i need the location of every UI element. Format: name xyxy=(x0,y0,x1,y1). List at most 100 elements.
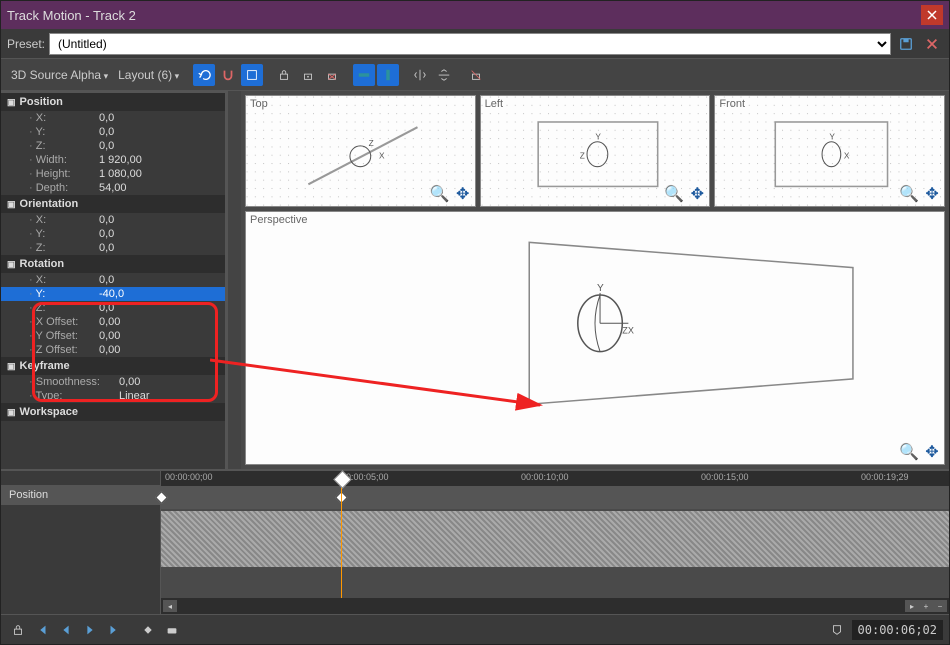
first-icon xyxy=(35,623,49,637)
prev-kf-button[interactable] xyxy=(55,619,77,641)
scroll-right-button[interactable]: ▸ xyxy=(905,600,919,612)
add-kf-button[interactable] xyxy=(137,619,159,641)
svg-text:Y: Y xyxy=(597,283,604,294)
prop-depth[interactable]: Depth:54,00 xyxy=(1,181,225,195)
prop-rotation-z[interactable]: Z:0,0 xyxy=(1,301,225,315)
compositing-mode-dropdown[interactable]: 3D Source Alpha xyxy=(7,66,112,84)
zoom-in-button[interactable]: + xyxy=(919,600,933,612)
y-snap-button[interactable] xyxy=(377,64,399,86)
scale-about-center-button[interactable] xyxy=(297,64,319,86)
move-icon[interactable]: ✥ xyxy=(452,183,474,205)
timeline-footer: 00:00:06;02 xyxy=(1,614,949,644)
save-preset-button[interactable] xyxy=(895,33,917,55)
marker-icon xyxy=(830,623,844,637)
next-icon xyxy=(83,623,97,637)
playhead[interactable] xyxy=(341,487,342,598)
preset-row: Preset: (Untitled) xyxy=(1,29,949,59)
prop-height[interactable]: Height:1 080,00 xyxy=(1,167,225,181)
move-icon[interactable]: ✥ xyxy=(921,183,943,205)
prevent-movement-button[interactable] xyxy=(321,64,343,86)
flip-h-button[interactable] xyxy=(409,64,431,86)
section-rotation[interactable]: Rotation xyxy=(1,255,225,273)
y-axis-icon xyxy=(381,68,395,82)
prop-rotation-y[interactable]: Y:-40,0 xyxy=(1,287,225,301)
prop-width[interactable]: Width:1 920,00 xyxy=(1,153,225,167)
preset-label: Preset: xyxy=(7,37,45,51)
close-button[interactable] xyxy=(921,5,943,25)
zoom-icon[interactable]: 🔍 xyxy=(898,183,920,205)
layout-dropdown[interactable]: Layout (6) xyxy=(114,66,183,84)
prop-rotation-x[interactable]: X:0,0 xyxy=(1,273,225,287)
timeline-ruler[interactable]: 00:00:00;00 00:00:05;00 00:00:10;00 00:0… xyxy=(161,471,949,487)
edit-object-button[interactable] xyxy=(241,64,263,86)
last-icon xyxy=(107,623,121,637)
flip-h-icon xyxy=(413,68,427,82)
prop-orientation-x[interactable]: X:0,0 xyxy=(1,213,225,227)
prop-orientation-z[interactable]: Z:0,0 xyxy=(1,241,225,255)
track-position[interactable]: Position xyxy=(1,485,160,505)
prevent-scaling-button[interactable] xyxy=(465,64,487,86)
window-title: Track Motion - Track 2 xyxy=(7,8,136,23)
delete-kf-button[interactable] xyxy=(161,619,183,641)
last-kf-button[interactable] xyxy=(103,619,125,641)
zoom-icon[interactable]: 🔍 xyxy=(429,183,451,205)
main-body: Position X:0,0 Y:0,0 Z:0,0 Width:1 920,0… xyxy=(1,91,949,469)
first-kf-button[interactable] xyxy=(31,619,53,641)
svg-text:X: X xyxy=(379,150,385,160)
scale-center-icon xyxy=(301,68,315,82)
zoom-icon[interactable]: 🔍 xyxy=(663,183,685,205)
undo-icon xyxy=(197,68,211,82)
prop-type[interactable]: Type:Linear xyxy=(1,389,225,403)
timeline-tracks[interactable] xyxy=(161,487,949,598)
perspective-canvas: Y ZX xyxy=(246,212,944,435)
properties-panel: Position X:0,0 Y:0,0 Z:0,0 Width:1 920,0… xyxy=(1,91,227,469)
prop-position-x[interactable]: X:0,0 xyxy=(1,111,225,125)
properties-list: Position X:0,0 Y:0,0 Z:0,0 Width:1 920,0… xyxy=(1,91,225,469)
prop-orientation-y[interactable]: Y:0,0 xyxy=(1,227,225,241)
viewport-left[interactable]: Left Y Z 🔍✥ xyxy=(480,95,711,207)
zoom-out-button[interactable]: − xyxy=(933,600,947,612)
properties-scrollbar[interactable] xyxy=(227,91,241,469)
timecode-mode-button[interactable] xyxy=(826,619,848,641)
viewport-perspective[interactable]: Perspective Y ZX 🔍✥ xyxy=(245,211,945,465)
timecode-display[interactable]: 00:00:06;02 xyxy=(852,620,943,640)
undo-button[interactable] xyxy=(193,64,215,86)
sync-cursor-button[interactable] xyxy=(7,619,29,641)
viewport-area: Top Z X 🔍✥ Left xyxy=(241,91,949,469)
prop-position-y[interactable]: Y:0,0 xyxy=(1,125,225,139)
svg-text:ZX: ZX xyxy=(622,325,634,335)
prop-position-z[interactable]: Z:0,0 xyxy=(1,139,225,153)
section-position[interactable]: Position xyxy=(1,93,225,111)
prev-icon xyxy=(59,623,73,637)
flip-v-button[interactable] xyxy=(433,64,455,86)
move-icon[interactable]: ✥ xyxy=(686,183,708,205)
bounds-icon xyxy=(245,68,259,82)
scroll-left-button[interactable]: ◂ xyxy=(163,600,177,612)
section-keyframe[interactable]: Keyframe xyxy=(1,357,225,375)
delete-preset-button[interactable] xyxy=(921,33,943,55)
diamond-icon xyxy=(141,623,155,637)
anchor-icon xyxy=(325,68,339,82)
no-scale-icon xyxy=(469,68,483,82)
svg-text:Z: Z xyxy=(579,150,584,160)
timeline-canvas[interactable]: 00:00:00;00 00:00:05;00 00:00:10;00 00:0… xyxy=(161,471,949,614)
preset-select[interactable]: (Untitled) xyxy=(49,33,891,55)
prop-smoothness[interactable]: Smoothness:0,00 xyxy=(1,375,225,389)
section-workspace[interactable]: Workspace xyxy=(1,403,225,421)
prop-rotation-zoffset[interactable]: Z Offset:0,00 xyxy=(1,343,225,357)
toolbar: 3D Source Alpha Layout (6) xyxy=(1,59,949,91)
timeline: Position 00:00:00;00 00:00:05;00 00:00:1… xyxy=(1,469,949,644)
viewport-front[interactable]: Front Y X 🔍✥ xyxy=(714,95,945,207)
lock-aspect-button[interactable] xyxy=(273,64,295,86)
move-icon[interactable]: ✥ xyxy=(921,441,943,463)
next-kf-button[interactable] xyxy=(79,619,101,641)
snap-button[interactable] xyxy=(217,64,239,86)
lock-icon xyxy=(11,623,25,637)
prop-rotation-xoffset[interactable]: X Offset:0,00 xyxy=(1,315,225,329)
prop-rotation-yoffset[interactable]: Y Offset:0,00 xyxy=(1,329,225,343)
timeline-scrollbar[interactable]: ◂ ▸ + − xyxy=(161,598,949,614)
section-orientation[interactable]: Orientation xyxy=(1,195,225,213)
zoom-icon[interactable]: 🔍 xyxy=(898,441,920,463)
viewport-top[interactable]: Top Z X 🔍✥ xyxy=(245,95,476,207)
x-snap-button[interactable] xyxy=(353,64,375,86)
